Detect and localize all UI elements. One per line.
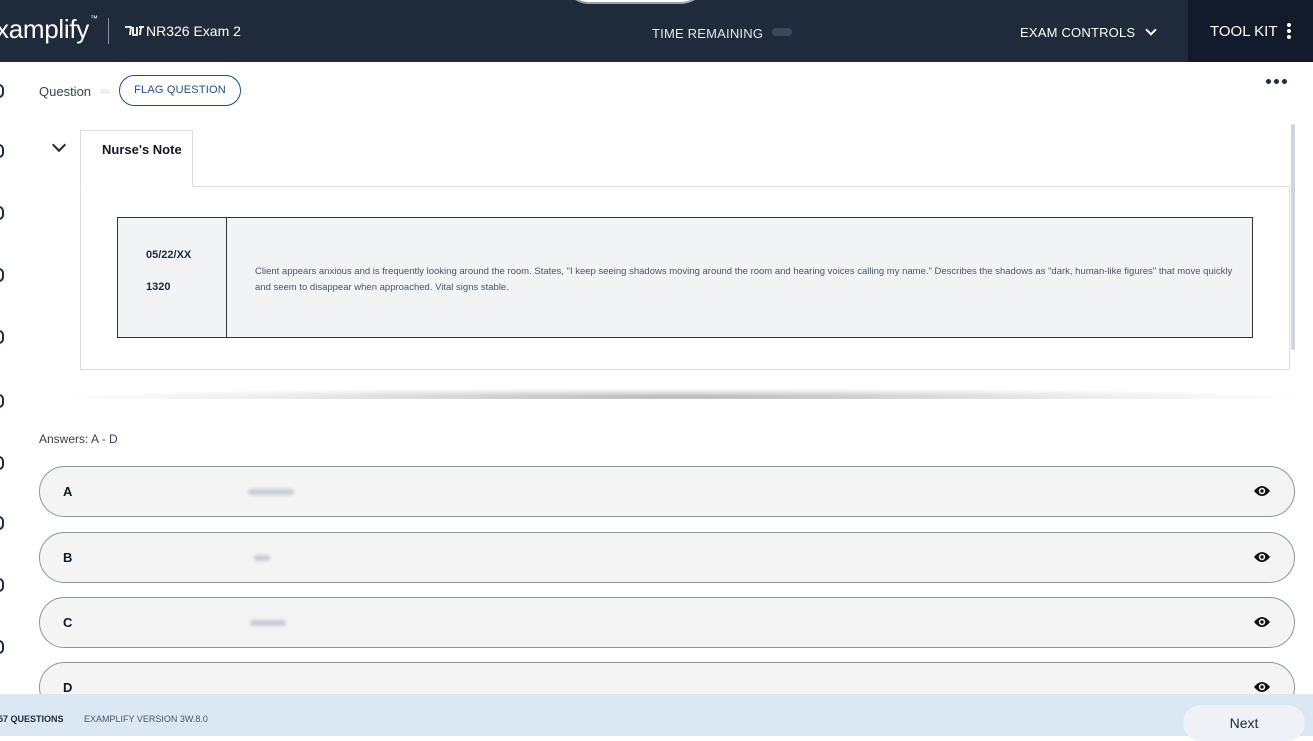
question-nav-dot[interactable] bbox=[0, 206, 4, 220]
eye-icon[interactable] bbox=[1253, 550, 1271, 564]
question-nav-dot[interactable] bbox=[0, 84, 4, 98]
eye-icon[interactable] bbox=[1253, 615, 1271, 629]
exam-controls-label: EXAM CONTROLS bbox=[1020, 25, 1136, 40]
footer-bar: 57 QUESTIONS EXAMPLIFY VERSION 3W.8.0 bbox=[0, 694, 1313, 736]
top-bar: xamplify™ NR326 Exam 2 TIME REMAINING EX… bbox=[0, 0, 1313, 62]
brand-text: xamplify bbox=[0, 14, 89, 44]
tab-nurses-note[interactable]: Nurse's Note bbox=[80, 130, 193, 187]
eye-icon[interactable] bbox=[1253, 484, 1271, 498]
question-number bbox=[100, 89, 110, 94]
column-divider bbox=[226, 218, 227, 337]
answer-text-redacted bbox=[248, 489, 294, 495]
answer-text-redacted bbox=[250, 620, 286, 626]
exam-title: NR326 Exam 2 bbox=[146, 23, 241, 39]
time-remaining-label: TIME REMAINING bbox=[652, 26, 764, 41]
brand-logo: xamplify™ bbox=[0, 14, 98, 45]
question-count: 57 QUESTIONS bbox=[0, 714, 64, 724]
question-nav-dot[interactable] bbox=[0, 394, 4, 408]
question-nav-dot[interactable] bbox=[0, 330, 4, 344]
eye-icon[interactable] bbox=[1253, 680, 1271, 694]
timer-toggle-tab[interactable] bbox=[560, 0, 710, 4]
answer-letter: A bbox=[63, 484, 73, 499]
exam-controls-button[interactable]: EXAM CONTROLS bbox=[1020, 24, 1157, 40]
tool-kit-label: TOOL KIT bbox=[1210, 23, 1278, 40]
scrollbar[interactable] bbox=[1291, 124, 1295, 350]
answer-option-c[interactable]: C bbox=[39, 597, 1295, 648]
question-nav-dot[interactable] bbox=[0, 640, 4, 654]
question-nav-dot[interactable] bbox=[0, 268, 4, 282]
answer-letter: D bbox=[63, 680, 73, 695]
answer-option-b[interactable]: B bbox=[39, 532, 1295, 583]
question-label: Question bbox=[39, 84, 92, 99]
header-divider bbox=[108, 18, 109, 44]
answer-text-redacted bbox=[254, 555, 270, 561]
note-time: 1320 bbox=[146, 281, 171, 293]
exam-logo-icon bbox=[125, 26, 144, 36]
question-nav-dot[interactable] bbox=[0, 516, 4, 530]
nurse-note-table: 05/22/XX 1320 Client appears anxious and… bbox=[117, 217, 1253, 338]
chevron-down-icon bbox=[1145, 24, 1157, 36]
tab-label: Nurse's Note bbox=[102, 142, 182, 157]
tool-kit-button[interactable]: TOOL KIT bbox=[1188, 0, 1313, 62]
more-horizontal-icon[interactable] bbox=[1260, 70, 1296, 94]
answer-option-a[interactable]: A bbox=[39, 466, 1295, 517]
answer-letter: B bbox=[63, 550, 73, 565]
answer-letter: C bbox=[63, 615, 73, 630]
question-nav-dot[interactable] bbox=[0, 578, 4, 592]
question-nav-dot[interactable] bbox=[0, 456, 4, 470]
note-text: Client appears anxious and is frequently… bbox=[255, 266, 1233, 293]
kebab-icon bbox=[1287, 23, 1291, 39]
chevron-down-icon[interactable] bbox=[51, 137, 67, 153]
time-remaining-value bbox=[772, 28, 792, 36]
flag-question-button[interactable]: FLAG QUESTION bbox=[119, 75, 241, 106]
question-nav-dot[interactable] bbox=[0, 144, 4, 158]
app-version: EXAMPLIFY VERSION 3W.8.0 bbox=[84, 714, 208, 724]
answers-label: Answers: A - D bbox=[39, 432, 118, 446]
note-date: 05/22/XX bbox=[146, 249, 192, 261]
